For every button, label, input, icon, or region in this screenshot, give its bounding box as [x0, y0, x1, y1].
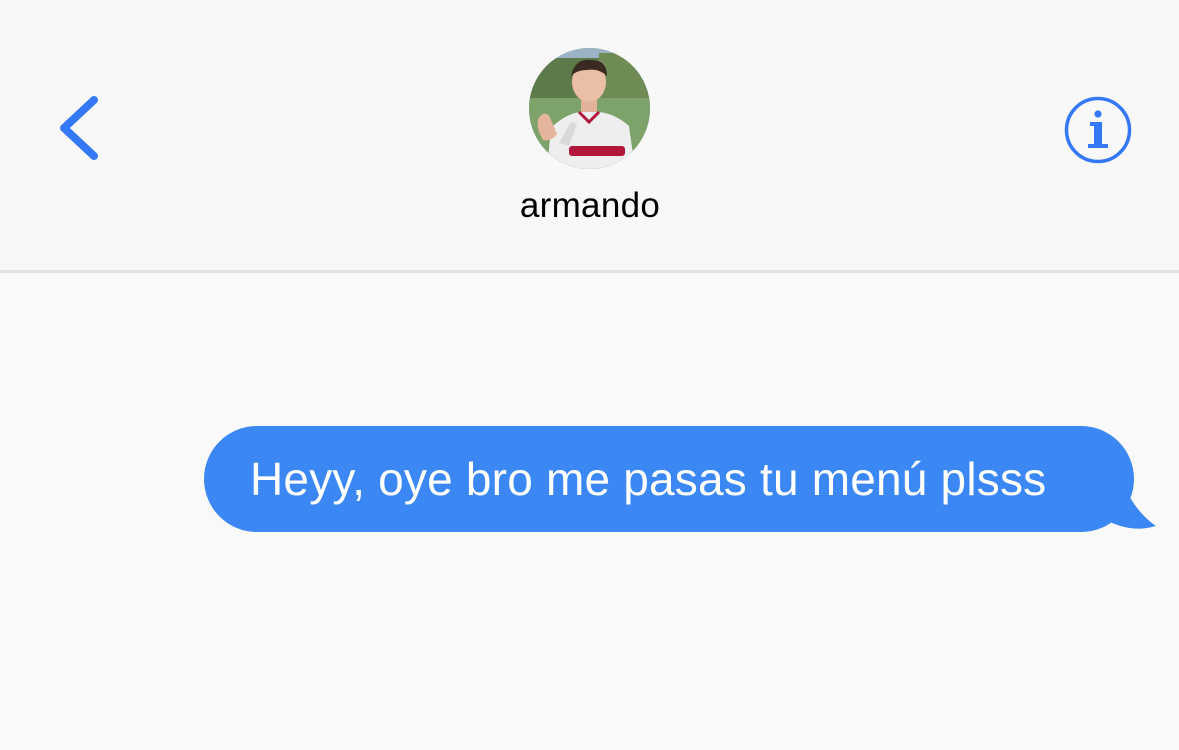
conversation-header: armando: [0, 0, 1179, 270]
info-circle-icon: [1064, 96, 1132, 164]
messages-screen: armando Heyy, oye bro me pasas tu menú p…: [0, 0, 1179, 750]
avatar[interactable]: [529, 48, 650, 169]
chevron-left-icon: [60, 96, 98, 160]
info-button[interactable]: [1062, 94, 1134, 166]
contact-photo: [529, 48, 650, 169]
contact-name[interactable]: armando: [440, 186, 740, 226]
back-button[interactable]: [46, 86, 116, 170]
header-divider: [0, 270, 1179, 273]
outgoing-message-bubble[interactable]: Heyy, oye bro me pasas tu menú plsss: [204, 426, 1134, 532]
